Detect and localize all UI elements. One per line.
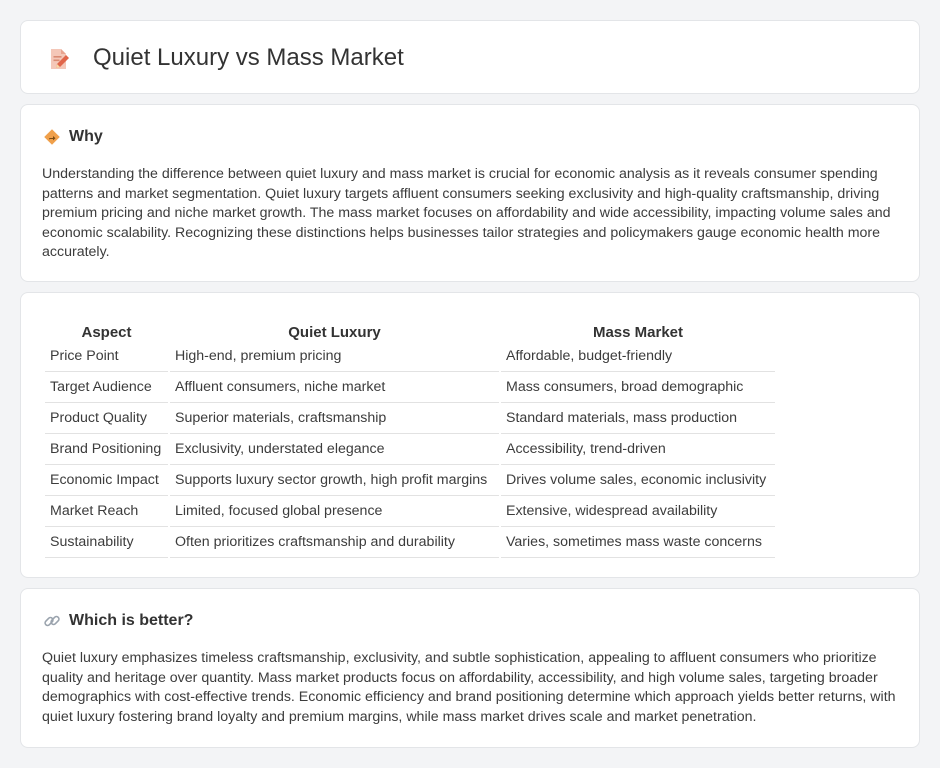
cell-aspect: Economic Impact (45, 465, 168, 496)
table-header-row: Aspect Quiet Luxury Mass Market (45, 315, 775, 341)
diamond-sign-icon (43, 128, 61, 146)
cell-mass-market: Drives volume sales, economic inclusivit… (501, 465, 775, 496)
why-text: Understanding the difference between qui… (42, 166, 891, 261)
document-pencil-icon (47, 47, 71, 71)
cell-quiet-luxury: Often prioritizes craftsmanship and dura… (170, 527, 499, 558)
cell-quiet-luxury: Limited, focused global presence (170, 496, 499, 527)
why-title: Why (69, 128, 103, 145)
cell-aspect: Product Quality (45, 403, 168, 434)
cell-quiet-luxury: High-end, premium pricing (170, 341, 499, 372)
which-is-better-title: Which is better? (69, 612, 194, 629)
table-row: Sustainability Often prioritizes craftsm… (45, 527, 775, 558)
cell-mass-market: Varies, sometimes mass waste concerns (501, 527, 775, 558)
cell-mass-market: Accessibility, trend-driven (501, 434, 775, 465)
cell-mass-market: Extensive, widespread availability (501, 496, 775, 527)
cell-aspect: Brand Positioning (45, 434, 168, 465)
cell-aspect: Target Audience (45, 372, 168, 403)
cell-quiet-luxury: Supports luxury sector growth, high prof… (170, 465, 499, 496)
header-card: Quiet Luxury vs Mass Market (20, 20, 920, 94)
table-row: Market Reach Limited, focused global pre… (45, 496, 775, 527)
cell-aspect: Sustainability (45, 527, 168, 558)
why-section: Why Understanding the difference between… (20, 104, 920, 282)
cell-mass-market: Affordable, budget-friendly (501, 341, 775, 372)
comparison-section: Aspect Quiet Luxury Mass Market Price Po… (20, 292, 920, 578)
cell-quiet-luxury: Superior materials, craftsmanship (170, 403, 499, 434)
which-is-better-section: Which is better? Quiet luxury emphasizes… (20, 588, 920, 748)
table-row: Target Audience Affluent consumers, nich… (45, 372, 775, 403)
cell-mass-market: Mass consumers, broad demographic (501, 372, 775, 403)
cell-mass-market: Standard materials, mass production (501, 403, 775, 434)
table-row: Price Point High-end, premium pricing Af… (45, 341, 775, 372)
cell-aspect: Market Reach (45, 496, 168, 527)
cell-quiet-luxury: Exclusivity, understated elegance (170, 434, 499, 465)
which-is-better-text: Quiet luxury emphasizes timeless craftsm… (42, 650, 896, 725)
link-icon (43, 612, 61, 630)
cell-quiet-luxury: Affluent consumers, niche market (170, 372, 499, 403)
cell-aspect: Price Point (45, 341, 168, 372)
header-mass-market: Mass Market (592, 324, 684, 341)
comparison-table: Aspect Quiet Luxury Mass Market Price Po… (43, 315, 777, 558)
table-row: Brand Positioning Exclusivity, understat… (45, 434, 775, 465)
header-quiet-luxury: Quiet Luxury (288, 324, 381, 341)
header-aspect: Aspect (81, 324, 132, 341)
table-row: Product Quality Superior materials, craf… (45, 403, 775, 434)
page-title: Quiet Luxury vs Mass Market (93, 44, 404, 71)
table-row: Economic Impact Supports luxury sector g… (45, 465, 775, 496)
